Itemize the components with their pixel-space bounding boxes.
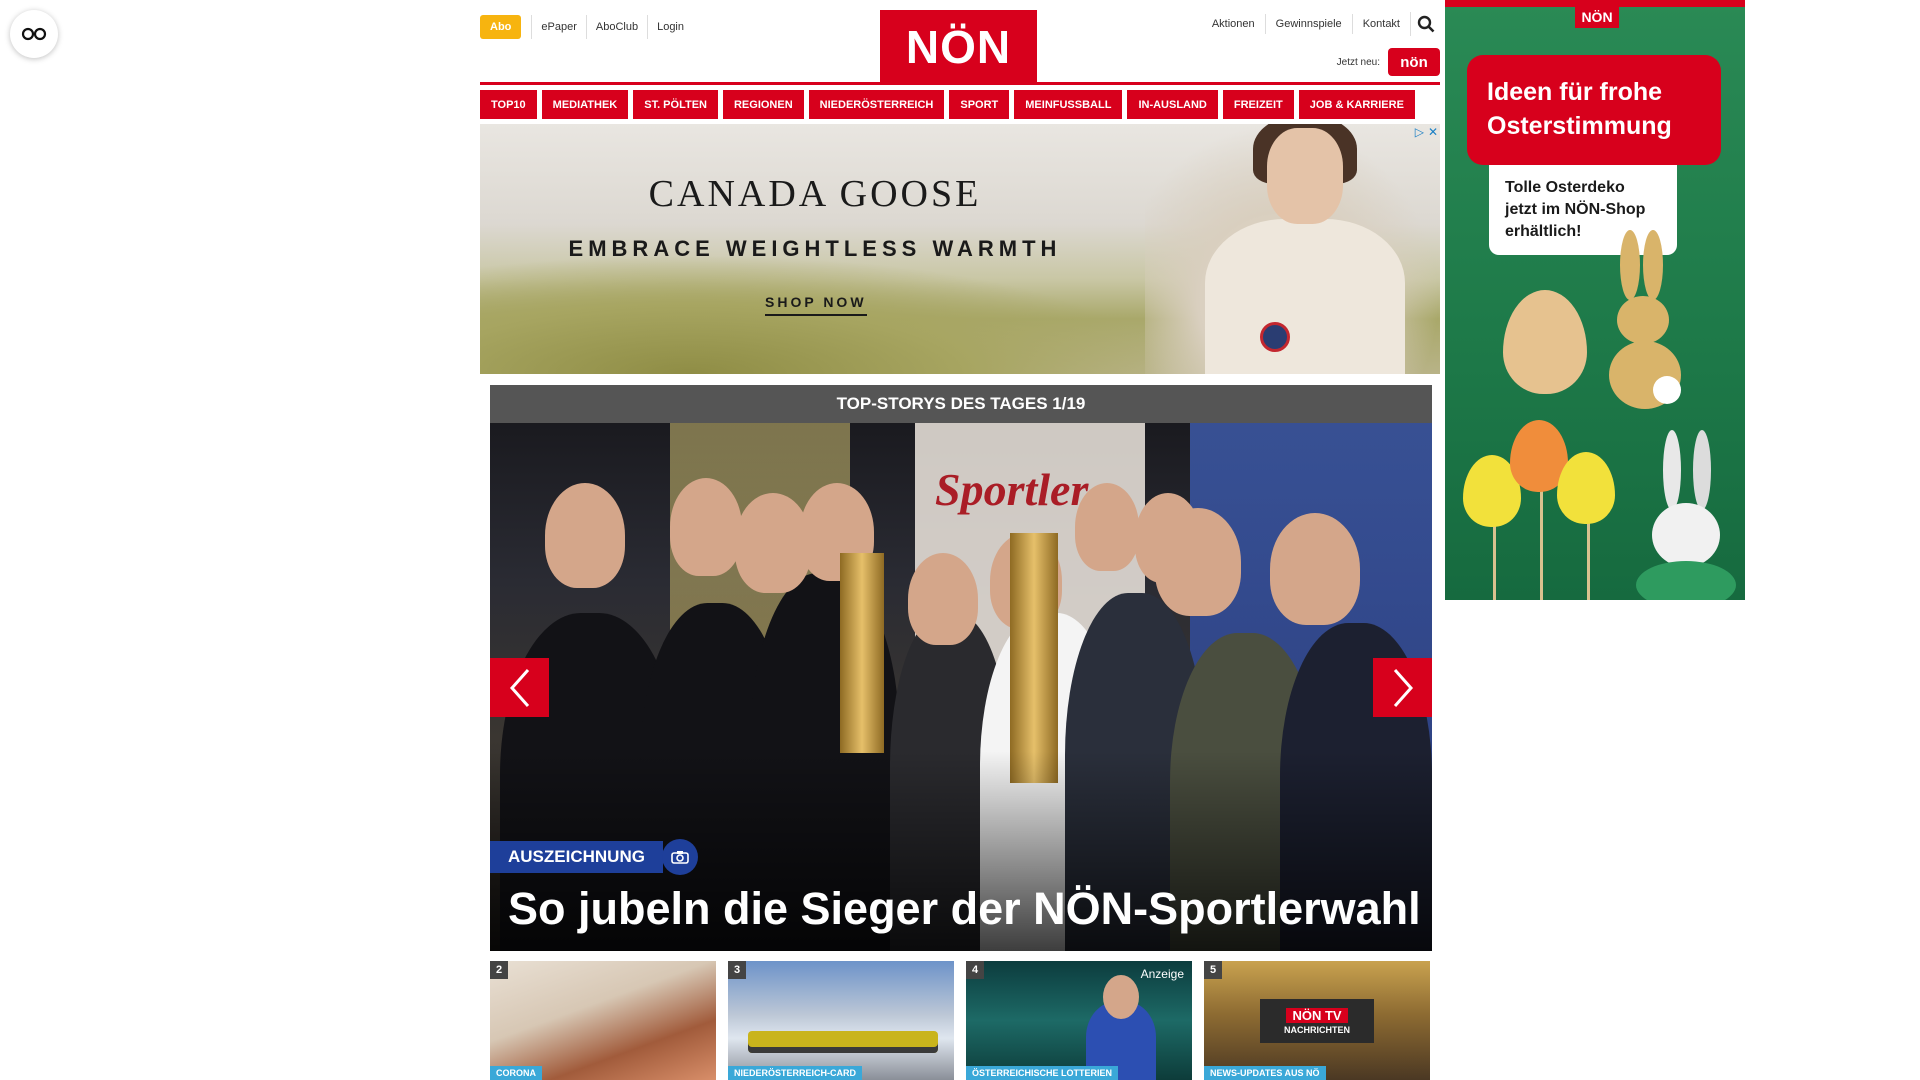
thumb-number: 2 bbox=[490, 961, 508, 979]
story-thumb-5[interactable]: 5 NÖN TV NACHRICHTEN NEWS-UPDATES AUS NÖ bbox=[1204, 961, 1430, 1080]
non-logo[interactable]: NÖN bbox=[880, 10, 1037, 83]
story-thumb-4[interactable]: 4 Anzeige ÖSTERREICHISCHE LOTTERIEN bbox=[966, 961, 1192, 1080]
aktionen-link[interactable]: Aktionen bbox=[1202, 14, 1265, 34]
easter-shop-ad[interactable]: NÖN Ideen für frohe Osterstimmung Tolle … bbox=[1445, 0, 1745, 600]
rabbit-icon bbox=[1636, 430, 1736, 600]
story-thumb-3[interactable]: 3 NIEDERÖSTERREICH-CARD bbox=[728, 961, 954, 1080]
canada-goose-ad[interactable]: CANADA GOOSE EMBRACE WEIGHTLESS WARMTH S… bbox=[480, 124, 1440, 374]
epaper-link[interactable]: ePaper bbox=[531, 15, 585, 39]
nav-item-st-poelten[interactable]: ST. PÖLTEN bbox=[633, 90, 718, 119]
side-ad-headline: Ideen für frohe Osterstimmung bbox=[1467, 55, 1721, 165]
aboclub-link[interactable]: AboClub bbox=[585, 15, 647, 39]
chevron-left-icon bbox=[509, 668, 529, 707]
jetzt-neu-promo[interactable]: Jetzt neu: nön bbox=[1337, 48, 1440, 76]
story-thumbnails: 2 CORONA 3 NIEDERÖSTERREICH-CARD 4 Anzei… bbox=[490, 961, 1432, 1080]
person-head bbox=[1075, 483, 1139, 571]
tv-logo-text: NÖN TV bbox=[1286, 1007, 1348, 1023]
nav-item-freizeit[interactable]: FREIZEIT bbox=[1222, 90, 1294, 119]
kinder-non-badge[interactable]: nön bbox=[1388, 48, 1440, 76]
camera-icon bbox=[671, 851, 689, 864]
nav-item-regionen[interactable]: REGIONEN bbox=[722, 90, 804, 119]
accessibility-button[interactable] bbox=[10, 10, 58, 58]
top-navigation: Abo ePaper AboClub Login bbox=[480, 15, 693, 39]
slider-next-button[interactable] bbox=[1373, 658, 1432, 717]
kontakt-link[interactable]: Kontakt bbox=[1351, 14, 1410, 34]
site-header: Abo ePaper AboClub Login NÖN Aktionen Ge… bbox=[480, 0, 1440, 86]
backdrop-text: Sportler bbox=[935, 464, 1089, 515]
search-button[interactable] bbox=[1410, 12, 1440, 36]
thumb-category: NIEDERÖSTERREICH-CARD bbox=[728, 1066, 863, 1080]
nav-item-sport[interactable]: SPORT bbox=[949, 90, 1010, 119]
slider-prev-button[interactable] bbox=[490, 658, 549, 717]
thumb-category: NEWS-UPDATES AUS NÖ bbox=[1204, 1066, 1326, 1080]
presenter-head bbox=[1103, 975, 1139, 1019]
top-story-image[interactable]: Sportler AUSZEICHNUNG So jubeln die Sieg… bbox=[490, 423, 1432, 951]
person-head bbox=[670, 478, 742, 576]
thumb-number: 5 bbox=[1204, 961, 1222, 979]
nav-item-mediathek[interactable]: MEDIATHEK bbox=[541, 90, 629, 119]
nav-item-in-ausland[interactable]: IN-AUSLAND bbox=[1127, 90, 1218, 119]
person-head bbox=[908, 553, 978, 645]
person-head bbox=[1270, 513, 1360, 625]
chevron-right-icon bbox=[1393, 668, 1413, 707]
thumb-category: CORONA bbox=[490, 1066, 542, 1080]
train-shape bbox=[748, 1031, 938, 1053]
thumb-number: 3 bbox=[728, 961, 746, 979]
nav-item-meinfussball[interactable]: MEINFUSSBALL bbox=[1014, 90, 1123, 119]
decor-egg-large bbox=[1503, 290, 1587, 394]
top-stories-header: TOP-STORYS DES TAGES 1/19 bbox=[490, 385, 1432, 423]
login-link[interactable]: Login bbox=[647, 15, 693, 39]
story-category-badge[interactable]: AUSZEICHNUNG bbox=[490, 841, 663, 873]
ad-choices[interactable]: ▷ ✕ bbox=[1415, 125, 1438, 139]
trophy bbox=[840, 553, 884, 753]
search-icon bbox=[1417, 15, 1434, 33]
jetzt-neu-label: Jetzt neu: bbox=[1336, 56, 1380, 68]
tv-logo-subtext: NACHRICHTEN bbox=[1284, 1024, 1350, 1035]
top-stories-slider: TOP-STORYS DES TAGES 1/19 Sportler AUSZE… bbox=[490, 385, 1432, 951]
nav-item-niederoesterreich[interactable]: NIEDERÖSTERREICH bbox=[808, 90, 945, 119]
abo-button[interactable]: Abo bbox=[480, 15, 522, 39]
header-divider bbox=[480, 82, 1440, 85]
ad-jacket bbox=[1205, 219, 1405, 374]
main-navigation: TOP10 MEDIATHEK ST. PÖLTEN REGIONEN NIED… bbox=[480, 90, 1440, 119]
non-tv-logo: NÖN TV NACHRICHTEN bbox=[1260, 999, 1374, 1043]
thumb-number: 4 bbox=[966, 961, 984, 979]
thumb-category: ÖSTERREICHISCHE LOTTERIEN bbox=[966, 1066, 1119, 1080]
story-thumb-2[interactable]: 2 CORONA bbox=[490, 961, 716, 1080]
person-head bbox=[1155, 508, 1241, 616]
story-headline[interactable]: So jubeln die Sieger der NÖN-Sportlerwah… bbox=[508, 883, 1421, 935]
gallery-badge bbox=[662, 839, 698, 875]
anzeige-label: Anzeige bbox=[1140, 967, 1184, 981]
side-ad-logo: NÖN bbox=[1575, 6, 1619, 28]
ad-model-image bbox=[1145, 124, 1440, 374]
ad-brand-patch bbox=[1260, 322, 1290, 352]
nav-item-job-karriere[interactable]: JOB & KARRIERE bbox=[1298, 90, 1415, 119]
gewinnspiele-link[interactable]: Gewinnspiele bbox=[1264, 14, 1352, 34]
adchoices-icon[interactable]: ▷ bbox=[1415, 125, 1424, 139]
service-navigation: Aktionen Gewinnspiele Kontakt bbox=[1202, 12, 1440, 36]
ad-brand: CANADA GOOSE bbox=[648, 173, 982, 215]
decor-egg-yellow-2 bbox=[1557, 452, 1615, 524]
glasses-icon bbox=[21, 27, 47, 41]
person-head bbox=[545, 483, 625, 588]
close-icon[interactable]: ✕ bbox=[1428, 125, 1438, 139]
ad-shop-now-link[interactable]: SHOP NOW bbox=[765, 294, 867, 316]
bunny-decor-icon bbox=[1609, 230, 1681, 409]
nav-item-top10[interactable]: TOP10 bbox=[480, 90, 537, 119]
trophy bbox=[1010, 533, 1058, 783]
ad-tagline: EMBRACE WEIGHTLESS WARMTH bbox=[568, 236, 1062, 261]
ad-face bbox=[1267, 128, 1343, 224]
